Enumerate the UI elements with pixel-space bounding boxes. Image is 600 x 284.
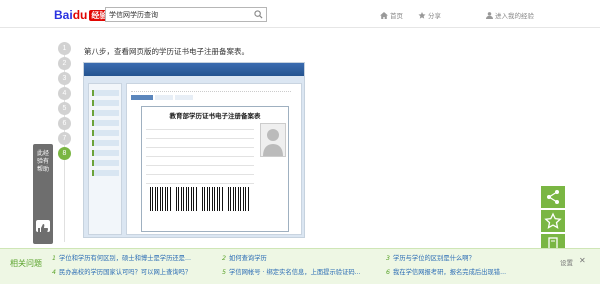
related-question-link[interactable]: 3 学历与学位的区别是什么啊？ (386, 253, 475, 262)
screenshot-sidebar-item (92, 100, 119, 106)
certificate-qr-code (150, 187, 172, 211)
certificate-qr-code (176, 187, 198, 211)
step-marker[interactable]: 6 (58, 117, 71, 130)
certificate-row (146, 122, 254, 130)
screenshot-sidebar-item (92, 90, 119, 96)
nav-home[interactable]: 首页 (380, 10, 403, 20)
search-icon[interactable] (254, 10, 263, 19)
bookmark-button[interactable] (541, 234, 565, 250)
related-questions-bar: 相关问题 1 学位和学历有何区别，硕士和博士是学历还是... 2 如何查询学历 3学… (0, 248, 600, 284)
user-icon (486, 12, 493, 19)
screenshot-sidebar-item (92, 110, 119, 116)
certificate-row (146, 131, 254, 139)
screenshot-sidebar (88, 83, 122, 235)
screenshot-breadcrumb (131, 87, 291, 92)
related-question-text: 民办高校的学历国家认可吗？可以网上查询吗？ (59, 269, 192, 276)
related-question-link[interactable]: 4 民办高校的学历国家认可吗？可以网上查询吗？ (52, 267, 191, 276)
logo-du: du (72, 8, 88, 22)
baidu-jingyan-logo[interactable]: Baidu 经验 (54, 8, 110, 22)
step-marker[interactable]: 3 (58, 72, 71, 85)
step-marker[interactable]: 5 (58, 102, 71, 115)
certificate-record: 教育部学历证书电子注册备案表 (141, 106, 289, 232)
share-icon (547, 190, 559, 204)
favorite-button[interactable] (541, 210, 565, 232)
nav-home-label: 首页 (390, 12, 403, 20)
related-questions-title: 相关问题 (10, 259, 42, 268)
screenshot-tab (131, 95, 153, 100)
screenshot-sidebar-item (92, 140, 119, 146)
related-question-number: 3 (386, 255, 391, 262)
certificate-row (146, 167, 254, 175)
step-description: 第八步，查看网页版的学历证书电子注册备案表。 (84, 47, 249, 56)
person-silhouette-icon (263, 129, 283, 156)
certificate-row (146, 158, 254, 166)
step-marker[interactable]: 2 (58, 57, 71, 70)
related-question-link[interactable]: 5 学信网帐号 · 绑定实名信息，上面提示验证码... (222, 267, 361, 276)
close-icon[interactable]: ✕ (579, 256, 586, 265)
nav-my-experience[interactable]: 进入我的经验 (486, 10, 534, 20)
search-box (105, 7, 267, 22)
certificate-row (146, 140, 254, 148)
screenshot-tab (155, 95, 173, 100)
search-input[interactable] (109, 9, 249, 20)
step-marker-active[interactable]: 8 (58, 147, 71, 160)
star-outline-icon (544, 212, 562, 229)
certificate-title: 教育部学历证书电子注册备案表 (169, 112, 261, 120)
related-question-number: 1 (52, 255, 57, 262)
screenshot-sidebar-item (92, 160, 119, 166)
nav-my-experience-label: 进入我的经验 (495, 12, 534, 20)
screenshot-sidebar-item (92, 130, 119, 136)
top-bar: Baidu经验 首页 分享 进入我的经验 (0, 0, 600, 28)
screenshot-main: 教育部学历证书电子注册备案表 (126, 83, 302, 235)
nav-share-label: 分享 (428, 12, 441, 20)
screenshot-tab (175, 95, 193, 100)
share-button[interactable] (541, 186, 565, 208)
screenshot-sidebar-item (92, 170, 119, 176)
step-screenshot[interactable]: 教育部学历证书电子注册备案表 (83, 62, 305, 238)
helpful-vote-label: 此经验有帮助 (37, 150, 50, 173)
thumbs-up-icon[interactable] (36, 220, 50, 234)
screenshot-banner (84, 63, 304, 76)
step-marker[interactable]: 1 (58, 42, 71, 55)
related-question-text: 学历与学位的区别是什么啊？ (393, 255, 475, 262)
home-icon (380, 12, 388, 19)
step-marker[interactable]: 7 (58, 132, 71, 145)
star-icon (418, 12, 426, 19)
logo-bai: Bai (54, 8, 73, 22)
certificate-photo (260, 123, 286, 157)
related-question-link[interactable]: 2 如何查询学历 (222, 253, 267, 262)
certificate-row (146, 149, 254, 157)
related-question-number: 2 (222, 255, 227, 262)
step-marker[interactable]: 4 (58, 87, 71, 100)
related-question-number: 6 (386, 269, 391, 276)
helpful-vote-bar[interactable]: 此经验有帮助 (33, 144, 53, 244)
related-question-number: 4 (52, 269, 57, 276)
related-question-text: 学信网帐号 · 绑定实名信息，上面提示验证码... (229, 269, 361, 276)
nav-share[interactable]: 分享 (418, 10, 441, 20)
certificate-qr-code (202, 187, 224, 211)
book-icon (548, 237, 558, 250)
certificate-qr-code (228, 187, 250, 211)
related-question-number: 5 (222, 269, 227, 276)
related-question-link[interactable]: 1 学位和学历有何区别，硕士和博士是学历还是... (52, 253, 191, 262)
related-settings-link[interactable]: 设置 (560, 257, 573, 267)
screenshot-sidebar-item (92, 120, 119, 126)
related-question-link[interactable]: 6 我在学信网报考研，报名完成后出现错... (386, 267, 506, 276)
related-question-text: 如何查询学历 (229, 255, 267, 262)
page: Baidu经验 首页 分享 进入我的经验 1 2 3 4 5 6 7 8 第八步… (0, 0, 600, 284)
certificate-row (146, 176, 254, 184)
related-question-text: 学位和学历有何区别，硕士和博士是学历还是... (59, 255, 191, 262)
related-question-text: 我在学信网报考研，报名完成后出现错... (393, 269, 507, 276)
screenshot-sidebar-item (92, 150, 119, 156)
